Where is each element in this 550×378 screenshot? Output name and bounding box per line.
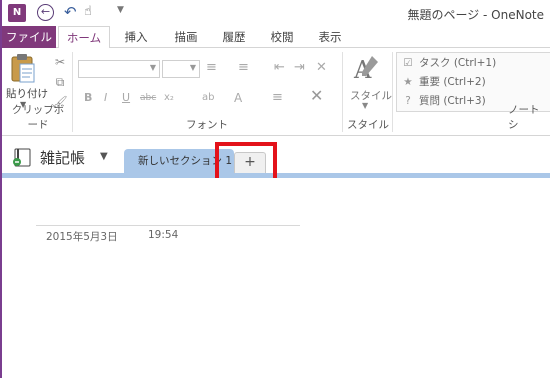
question-icon: ? bbox=[405, 95, 411, 107]
chevron-down-icon: ▼ bbox=[149, 63, 156, 72]
font-name-combo[interactable]: ▼ bbox=[78, 60, 160, 78]
tab-review[interactable]: 校閲 bbox=[262, 26, 302, 48]
tab-view[interactable]: 表示 bbox=[310, 26, 350, 48]
notebook-name[interactable]: 雑記帳 bbox=[40, 147, 85, 168]
numbering-icon[interactable]: ≡ bbox=[238, 60, 249, 76]
ribbon-tabs: ファイル ホーム 挿入 描画 履歴 校閲 表示 bbox=[2, 26, 550, 49]
touch-mode-icon[interactable]: ☝ bbox=[84, 3, 100, 21]
strikethrough-button[interactable]: abc bbox=[140, 90, 156, 106]
tab-insert[interactable]: 挿入 bbox=[116, 26, 156, 48]
paste-button[interactable]: 貼り付け bbox=[6, 86, 48, 101]
styles-group-label: スタイル bbox=[347, 119, 389, 131]
ribbon: 貼り付け ▼ ✂ ⧉ 🖌 クリップボード ▼ ▼ ≡ ≡ ⇤ ⇥ ✕ B I U… bbox=[2, 48, 550, 136]
notebook-dropdown-icon[interactable]: ▼ bbox=[100, 151, 108, 162]
tab-home[interactable]: ホーム bbox=[58, 26, 110, 49]
group-separator bbox=[342, 52, 343, 132]
tag-question-label: 質問 (Ctrl+3) bbox=[419, 95, 486, 107]
undo-icon[interactable]: ↶ bbox=[64, 3, 80, 21]
page-canvas[interactable]: 2015年5月3日 19:54 bbox=[2, 178, 550, 378]
group-separator bbox=[392, 52, 393, 132]
styles-button[interactable]: スタイル bbox=[350, 88, 392, 103]
increase-indent-icon[interactable]: ⇥ bbox=[294, 60, 305, 76]
styles-icon[interactable]: A bbox=[352, 52, 382, 88]
chevron-down-icon: ▼ bbox=[189, 63, 196, 72]
clipboard-group-label: クリップボード bbox=[11, 104, 65, 131]
page-time: 19:54 bbox=[148, 229, 179, 241]
clear-formatting-icon[interactable]: ✕ bbox=[316, 60, 327, 76]
align-icon[interactable]: ≡ bbox=[272, 90, 283, 106]
tags-group-label: ノート シ bbox=[508, 104, 540, 131]
tag-important-label: 重要 (Ctrl+2) bbox=[419, 76, 486, 88]
tag-task-label: タスク (Ctrl+1) bbox=[419, 57, 497, 69]
notebook-icon[interactable] bbox=[12, 148, 32, 168]
title-bar: N ← ↶ ☝ ▼ 無題のページ - OneNote bbox=[2, 0, 550, 26]
group-separator bbox=[72, 52, 73, 132]
delete-icon[interactable]: ✕ bbox=[310, 88, 323, 104]
styles-dropdown-icon[interactable]: ▼ bbox=[362, 101, 368, 110]
window-title: 無題のページ - OneNote bbox=[407, 8, 544, 22]
checkbox-icon: ☑ bbox=[403, 57, 413, 69]
font-size-combo[interactable]: ▼ bbox=[162, 60, 200, 78]
font-group-label: フォント bbox=[186, 119, 228, 131]
tag-task[interactable]: ☑ タスク (Ctrl+1) bbox=[401, 54, 496, 72]
star-icon: ★ bbox=[403, 76, 413, 88]
decrease-indent-icon[interactable]: ⇤ bbox=[274, 60, 285, 76]
tag-important[interactable]: ★ 重要 (Ctrl+2) bbox=[401, 73, 486, 91]
underline-button[interactable]: U bbox=[122, 90, 130, 106]
highlight-button[interactable]: ab bbox=[202, 90, 214, 106]
cut-icon[interactable]: ✂ bbox=[52, 54, 68, 70]
paste-icon[interactable] bbox=[10, 53, 36, 85]
tab-file[interactable]: ファイル bbox=[2, 26, 56, 48]
tab-draw[interactable]: 描画 bbox=[166, 26, 206, 48]
page-title-line[interactable] bbox=[36, 225, 300, 226]
italic-button[interactable]: I bbox=[104, 90, 107, 106]
back-button[interactable]: ← bbox=[37, 4, 54, 21]
copy-icon[interactable]: ⧉ bbox=[52, 74, 68, 90]
customize-qat-icon[interactable]: ▼ bbox=[117, 5, 124, 15]
tab-history[interactable]: 履歴 bbox=[214, 26, 254, 48]
font-color-button[interactable]: A bbox=[234, 90, 242, 106]
subscript-button[interactable]: x₂ bbox=[164, 90, 174, 106]
bullets-icon[interactable]: ≡ bbox=[206, 60, 217, 76]
page-date: 2015年5月3日 bbox=[46, 231, 118, 243]
bold-button[interactable]: B bbox=[84, 90, 92, 106]
tag-question[interactable]: ? 質問 (Ctrl+3) bbox=[401, 92, 486, 110]
onenote-app-icon[interactable]: N bbox=[8, 4, 26, 22]
